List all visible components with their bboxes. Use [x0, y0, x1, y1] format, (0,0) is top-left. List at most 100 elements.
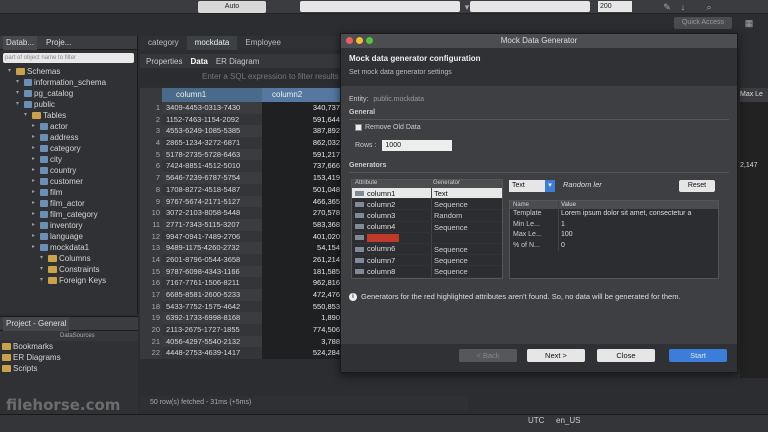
subtab-properties[interactable]: Properties	[146, 57, 182, 66]
generator-row[interactable]: column6 Sequence	[352, 243, 502, 256]
property-value[interactable]: 1	[558, 219, 718, 230]
close-button[interactable]: Close	[597, 349, 655, 362]
tree-item-country[interactable]: ▸ country	[0, 165, 137, 176]
generator-row[interactable]: column3 Random	[352, 210, 502, 222]
cell-column1[interactable]: 6392-1733-6998-8168	[162, 312, 262, 325]
tree-item-city[interactable]: ▸ city	[0, 154, 137, 165]
property-row[interactable]: Template Lorem ipsum dolor sit amet, cons…	[510, 209, 718, 220]
project-item-er-diagrams[interactable]: ER Diagrams	[2, 352, 138, 363]
table-row[interactable]: 11 2771-7343-5115-3207 583,368	[140, 218, 344, 231]
expand-arrow-icon[interactable]: ▾	[40, 253, 46, 264]
expand-arrow-icon[interactable]: ▾	[40, 275, 46, 286]
cell-column1[interactable]: 1152-7463-1154-2092	[162, 113, 262, 126]
expand-arrow-icon[interactable]: ▸	[32, 176, 38, 187]
tree-item-public[interactable]: ▾ public	[0, 99, 137, 110]
table-row[interactable]: 16 7167-7761-1506-8211 962,816	[140, 277, 344, 289]
expand-arrow-icon[interactable]: ▸	[32, 198, 38, 209]
tab-employee[interactable]: Employee	[237, 36, 289, 50]
tree-item-mockdata1[interactable]: ▸ mockdata1	[0, 242, 137, 253]
generator-row[interactable]: column1 Text	[352, 188, 502, 200]
tree-item-columns[interactable]: ▾ Columns	[0, 253, 137, 264]
table-row[interactable]: 2 1152-7463-1154-2092 591,644	[140, 113, 344, 126]
cell-column1[interactable]: 4553-6249-1085-5385	[162, 125, 262, 138]
cell-column1[interactable]: 6685-8581-2600-5233	[162, 289, 262, 301]
expand-arrow-icon[interactable]: ▾	[24, 110, 30, 121]
cell-column2[interactable]: 270,578	[262, 207, 344, 219]
expand-arrow-icon[interactable]: ▸	[32, 220, 38, 231]
cell-column2[interactable]: 153,419	[262, 172, 344, 184]
cell-column1[interactable]: 4448-2753-4639-1417	[162, 347, 262, 360]
reset-button[interactable]: Reset	[679, 180, 715, 192]
cell-column2[interactable]: 501,048	[262, 183, 344, 196]
expand-arrow-icon[interactable]: ▸	[32, 165, 38, 176]
toolbar-combo-2[interactable]	[470, 1, 590, 12]
table-row[interactable]: 21 4056-4297-5540-2132 3,788	[140, 335, 344, 348]
tab-mockdata[interactable]: mockdata	[186, 36, 238, 50]
generator-row[interactable]	[352, 232, 502, 244]
cell-column2[interactable]: 591,644	[262, 113, 344, 126]
cell-column2[interactable]: 583,368	[262, 218, 344, 231]
property-value[interactable]: Lorem ipsum dolor sit amet, consectetur …	[558, 209, 718, 220]
tree-item-language[interactable]: ▸ language	[0, 231, 137, 242]
tree-item-pg-catalog[interactable]: ▾ pg_catalog	[0, 88, 137, 99]
remove-old-data-checkbox[interactable]	[355, 124, 362, 131]
cell-column1[interactable]: 2601-8796-0544-3658	[162, 253, 262, 266]
cell-column2[interactable]: 1,890	[262, 312, 344, 325]
property-row[interactable]: % of N... 0	[510, 240, 718, 251]
table-row[interactable]: 20 2113-2675-1727-1855 774,506	[140, 324, 344, 336]
cell-column2[interactable]: 401,020	[262, 230, 344, 243]
cell-column1[interactable]: 5433-7752-1575-4642	[162, 300, 262, 313]
result-limit-input[interactable]: 200	[598, 1, 632, 12]
arrow-icon[interactable]: ↓	[678, 2, 688, 12]
tab-projects[interactable]: Proje...	[43, 36, 74, 50]
expand-arrow-icon[interactable]: ▸	[32, 231, 38, 242]
close-window-icon[interactable]	[346, 37, 353, 44]
project-item-scripts[interactable]: Scripts	[2, 363, 138, 374]
remove-old-data-option[interactable]: Remove Old Data	[355, 124, 421, 131]
table-row[interactable]: 1 3409-4453-0313-7430 340,737	[140, 102, 344, 114]
cell-column2[interactable]: 550,853	[262, 300, 344, 313]
maximize-window-icon[interactable]	[366, 37, 373, 44]
property-value[interactable]: 0	[558, 240, 718, 251]
cell-column1[interactable]: 3409-4453-0313-7430	[162, 102, 262, 114]
table-row[interactable]: 10 3072-2103-8058-5448 270,578	[140, 207, 344, 219]
table-row[interactable]: 22 4448-2753-4639-1417 524,284	[140, 347, 344, 360]
cell-column2[interactable]: 340,737	[262, 102, 344, 114]
cell-column1[interactable]: 4056-4297-5540-2132	[162, 335, 262, 348]
tree-item-category[interactable]: ▸ category	[0, 143, 137, 154]
back-button[interactable]: < Back	[459, 349, 517, 362]
table-row[interactable]: 7 5646-7239-6787-5754 153,419	[140, 172, 344, 184]
tab-database-navigator[interactable]: Datab...	[3, 35, 38, 50]
grid-col-column1[interactable]: column1	[162, 88, 262, 102]
expand-arrow-icon[interactable]: ▾	[16, 77, 22, 88]
navigator-filter-input[interactable]: part of object name to filter	[3, 53, 134, 63]
property-value[interactable]: 100	[558, 230, 718, 241]
cell-column1[interactable]: 7424-8851-4512-5010	[162, 160, 262, 173]
expand-arrow-icon[interactable]: ▸	[32, 242, 38, 253]
cell-column1[interactable]: 1708-8272-4518-5487	[162, 183, 262, 196]
subtab-data[interactable]: Data	[190, 57, 207, 66]
grid-col-column2[interactable]: column2	[262, 88, 344, 102]
cell-column2[interactable]: 862,032	[262, 137, 344, 149]
expand-arrow-icon[interactable]: ▸	[32, 154, 38, 165]
table-row[interactable]: 19 6392-1733-6998-8168 1,890	[140, 312, 344, 325]
select-arrows-icon[interactable]: ▾	[545, 180, 555, 192]
tree-item-address[interactable]: ▸ address	[0, 132, 137, 143]
expand-arrow-icon[interactable]: ▸	[32, 209, 38, 220]
table-row[interactable]: 15 9787-6098-4343-1166 181,585	[140, 265, 344, 278]
tree-item-film-category[interactable]: ▸ film_category	[0, 209, 137, 220]
tree-item-foreign-keys[interactable]: ▾ Foreign Keys	[0, 275, 137, 286]
table-row[interactable]: 13 9489-1175-4260-2732 54,154	[140, 242, 344, 254]
expand-arrow-icon[interactable]: ▾	[16, 99, 22, 110]
table-row[interactable]: 5 5178-2735-5728-6463 591,217	[140, 148, 344, 161]
generator-row[interactable]: column4 Sequence	[352, 221, 502, 233]
cell-column1[interactable]: 3072-2103-8058-5448	[162, 207, 262, 219]
table-row[interactable]: 14 2601-8796-0544-3658 261,214	[140, 253, 344, 266]
tree-item-tables[interactable]: ▾ Tables	[0, 110, 137, 121]
start-button[interactable]: Start	[669, 349, 727, 362]
property-row[interactable]: Min Le... 1	[510, 219, 718, 230]
table-row[interactable]: 4 2865-1234-3272-6871 862,032	[140, 137, 344, 149]
generator-row[interactable]: column2 Sequence	[352, 199, 502, 211]
table-row[interactable]: 3 4553-6249-1085-5385 387,892	[140, 125, 344, 138]
expand-arrow-icon[interactable]: ▸	[32, 143, 38, 154]
